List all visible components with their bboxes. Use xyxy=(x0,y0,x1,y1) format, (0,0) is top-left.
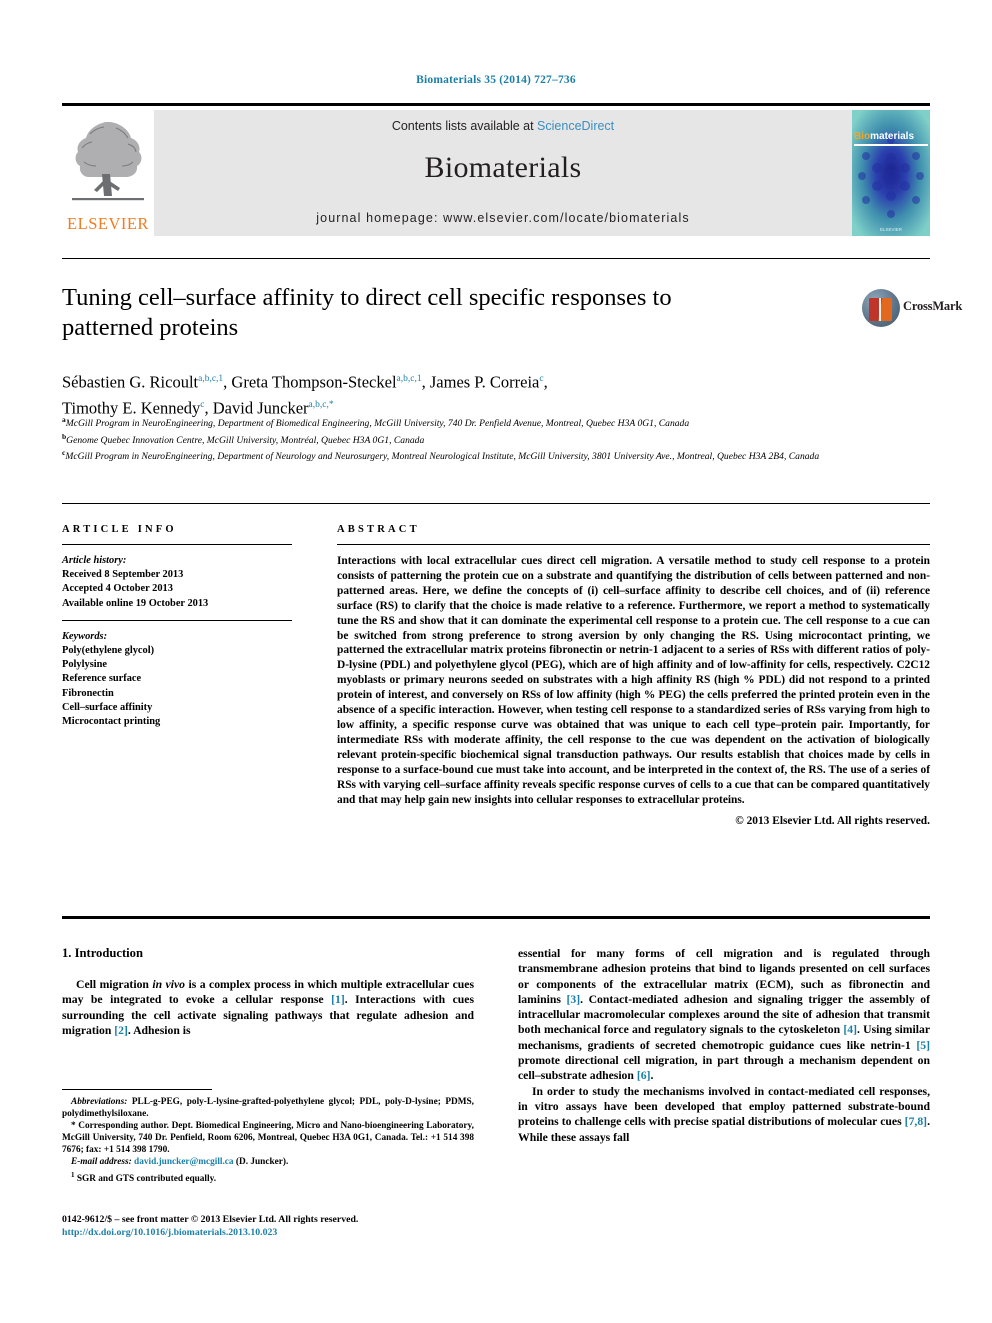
citation-link[interactable]: [2] xyxy=(114,1024,128,1037)
issn-copyright-line: 0142-9612/$ – see front matter © 2013 El… xyxy=(62,1214,359,1225)
keyword-item: Reference surface xyxy=(62,673,142,685)
page-footer: 0142-9612/$ – see front matter © 2013 El… xyxy=(62,1213,542,1239)
paragraph: essential for many forms of cell migrati… xyxy=(518,946,930,1084)
citation-link[interactable]: [7,8] xyxy=(905,1115,927,1128)
elsevier-wordmark: ELSEVIER xyxy=(67,214,149,233)
body-column-right: essential for many forms of cell migrati… xyxy=(518,946,930,1145)
title-divider xyxy=(62,258,930,259)
footnotes-block: Abbreviations: PLL-g-PEG, poly-L-lysine-… xyxy=(62,1096,474,1185)
journal-cover-thumbnail: Biomaterials ELSEVIER xyxy=(852,110,930,236)
cover-footer: ELSEVIER xyxy=(879,227,902,232)
keywords-block: Keywords: Poly(ethylene glycol) Polylysi… xyxy=(62,619,292,729)
footnote-abbreviations: Abbreviations: PLL-g-PEG, poly-L-lysine-… xyxy=(62,1096,474,1120)
footnote-divider xyxy=(62,1089,212,1090)
cover-title: Biomaterials xyxy=(852,131,930,142)
cover-title-prefix: Bio xyxy=(854,131,871,142)
cover-title-rest: materials xyxy=(870,131,915,142)
history-available-online: Available online 19 October 2013 xyxy=(62,597,209,609)
citation-link[interactable]: [5] xyxy=(916,1039,930,1052)
article-info-rule xyxy=(62,544,292,545)
abstract-text: Interactions with local extracellular cu… xyxy=(337,555,930,806)
article-history-label: Article history: xyxy=(62,555,127,566)
body-column-left: 1. Introduction Cell migration in vivo i… xyxy=(62,946,474,1038)
article-info-column: ARTICLE INFO Article history: Received 8… xyxy=(62,524,292,729)
elsevier-logo: ELSEVIER xyxy=(62,110,154,236)
affiliation-b-text: Genome Quebec Innovation Centre, McGill … xyxy=(66,434,425,446)
affiliation-b: bGenome Quebec Innovation Centre, McGill… xyxy=(62,431,852,448)
affiliation-c-text: McGill Program in NeuroEngineering, Depa… xyxy=(65,451,820,463)
email-link[interactable]: david.juncker@mcgill.ca xyxy=(134,1157,234,1167)
paragraph: Cell migration in vivo is a complex proc… xyxy=(62,977,474,1038)
para-text: . xyxy=(650,1069,654,1083)
abstract-copyright: © 2013 Elsevier Ltd. All rights reserved… xyxy=(735,815,930,828)
citation-link[interactable]: [6] xyxy=(637,1069,651,1082)
footnote-corresponding-author: * Corresponding author. Dept. Biomedical… xyxy=(62,1121,474,1156)
author-2: , Greta Thompson-Steckel xyxy=(223,372,397,392)
cover-artwork xyxy=(852,110,930,236)
contrib-text: SGR and GTS contributed equally. xyxy=(74,1173,217,1184)
doi-link[interactable]: http://dx.doi.org/10.1016/j.biomaterials… xyxy=(62,1226,542,1239)
footnote-email: E-mail address: david.juncker@mcgill.ca … xyxy=(62,1156,474,1168)
history-received: Received 8 September 2013 xyxy=(62,569,184,581)
keywords-label: Keywords: xyxy=(62,630,108,642)
crossmark-badge[interactable]: CrossMark xyxy=(862,287,962,331)
keywords-rule xyxy=(62,619,292,621)
footnote-equal-contribution: 1 SGR and GTS contributed equally. xyxy=(62,1169,474,1185)
affiliation-c: cMcGill Program in NeuroEngineering, Dep… xyxy=(62,447,852,464)
author-1: Sébastien G. Ricoult xyxy=(62,372,199,392)
affiliation-a-text: McGill Program in NeuroEngineering, Depa… xyxy=(65,418,690,430)
para-text: In order to study the mechanisms involve… xyxy=(518,1084,930,1129)
elsevier-tree-icon xyxy=(72,122,144,201)
paper-page: Biomaterials 35 (2014) 727–736 ELSEVIER … xyxy=(0,0,992,1323)
email-suffix: (D. Juncker). xyxy=(233,1157,289,1168)
running-head: Biomaterials 35 (2014) 727–736 xyxy=(416,74,576,86)
email-label: E-mail address: xyxy=(71,1157,132,1168)
citation-link[interactable]: [1] xyxy=(331,993,345,1006)
keyword-item: Fibronectin xyxy=(62,687,114,699)
abstract-bottom-divider xyxy=(62,916,930,919)
sciencedirect-link[interactable]: ScienceDirect xyxy=(537,119,614,133)
author-3-affil-marks: c xyxy=(539,374,544,384)
crossmark-label: CrossMark xyxy=(903,299,963,313)
section-heading-introduction: 1. Introduction xyxy=(62,946,143,960)
journal-homepage-line[interactable]: journal homepage: www.elsevier.com/locat… xyxy=(154,211,852,225)
author-2-affil-marks: a,b,c,1 xyxy=(396,374,422,384)
affiliations: aMcGill Program in NeuroEngineering, Dep… xyxy=(62,414,852,464)
citation-link[interactable]: [3] xyxy=(566,993,580,1006)
history-accepted: Accepted 4 October 2013 xyxy=(62,583,173,595)
author-list: Sébastien G. Ricoulta,b,c,1, Greta Thomp… xyxy=(62,372,548,418)
para-italic: in vivo xyxy=(152,978,186,991)
page-title: Tuning cell–surface affinity to direct c… xyxy=(62,284,672,341)
para-text: promote directional cell migration, in p… xyxy=(518,1054,930,1083)
affiliation-a: aMcGill Program in NeuroEngineering, Dep… xyxy=(62,414,852,431)
contents-prefix: Contents lists available at xyxy=(391,119,538,133)
keyword-item: Polylysine xyxy=(62,659,108,671)
cover-divider xyxy=(854,144,928,146)
crossmark-book-icon xyxy=(869,298,892,321)
journal-title: Biomaterials xyxy=(424,151,582,184)
contents-available-line: Contents lists available at ScienceDirec… xyxy=(154,119,852,133)
abstract-heading: ABSTRACT xyxy=(337,524,420,535)
author-3: , James P. Correia xyxy=(421,372,540,392)
keyword-item: Poly(ethylene glycol) xyxy=(62,645,155,657)
author-5-affil-marks: a,b,c,* xyxy=(308,399,334,410)
masthead-center: Contents lists available at ScienceDirec… xyxy=(154,110,852,236)
para-text: Cell migration xyxy=(76,978,153,991)
author-1-affil-marks: a,b,c,1 xyxy=(198,374,224,384)
article-info-heading: ARTICLE INFO xyxy=(62,524,177,535)
para-text: . Adhesion is xyxy=(127,1023,191,1037)
crossmark-icon xyxy=(862,289,900,327)
journal-masthead: ELSEVIER Contents lists available at Sci… xyxy=(62,103,930,238)
abbrev-label: Abbreviations: xyxy=(71,1097,128,1107)
citation-link[interactable]: [4] xyxy=(843,1023,857,1036)
keyword-item: Microcontact printing xyxy=(62,716,161,728)
abstract-rule xyxy=(337,544,930,545)
keyword-item: Cell–surface affinity xyxy=(62,701,153,713)
abstract-column: ABSTRACT Interactions with local extrace… xyxy=(337,524,930,827)
info-abstract-divider xyxy=(62,503,930,504)
paragraph: In order to study the mechanisms involve… xyxy=(518,1084,930,1145)
